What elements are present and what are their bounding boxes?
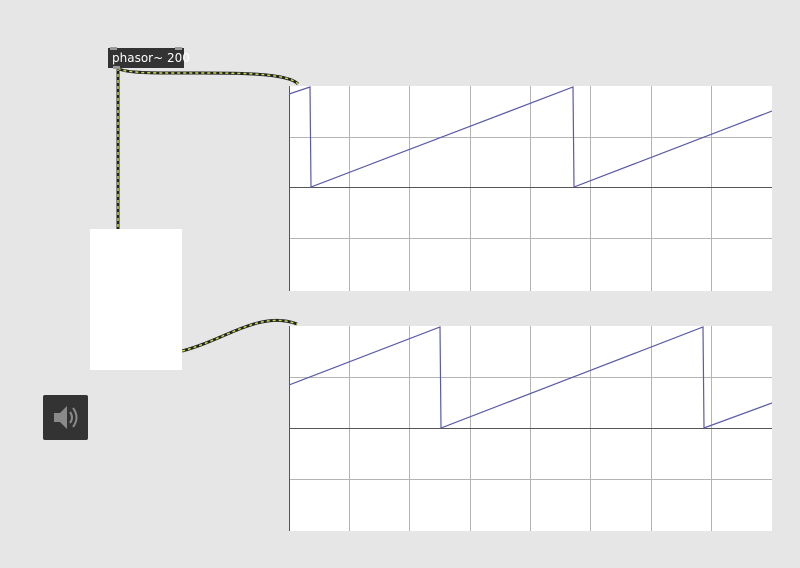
- speaker-icon: [54, 406, 78, 429]
- patchcord-box-to-scope-2[interactable]: [181, 318, 298, 353]
- scope-1[interactable]: [289, 86, 772, 291]
- phasor-inlet-left[interactable]: [110, 47, 117, 50]
- patchcord-phasor-to-scope-1[interactable]: [116, 66, 300, 86]
- phasor-inlet-right[interactable]: [175, 47, 182, 50]
- patcher-canvas: phasor~ 200: [0, 0, 800, 568]
- phasor-object-text: phasor~ 200: [112, 51, 190, 65]
- panel-object[interactable]: [90, 229, 182, 370]
- scope-2-display: [289, 326, 772, 531]
- ezdac-button[interactable]: [43, 395, 88, 440]
- scope-2[interactable]: [289, 326, 772, 531]
- scope-1-grid: [289, 86, 772, 291]
- phasor-outlet[interactable]: [113, 66, 120, 69]
- phasor-object[interactable]: phasor~ 200: [108, 47, 190, 69]
- scope-1-display: [289, 86, 772, 291]
